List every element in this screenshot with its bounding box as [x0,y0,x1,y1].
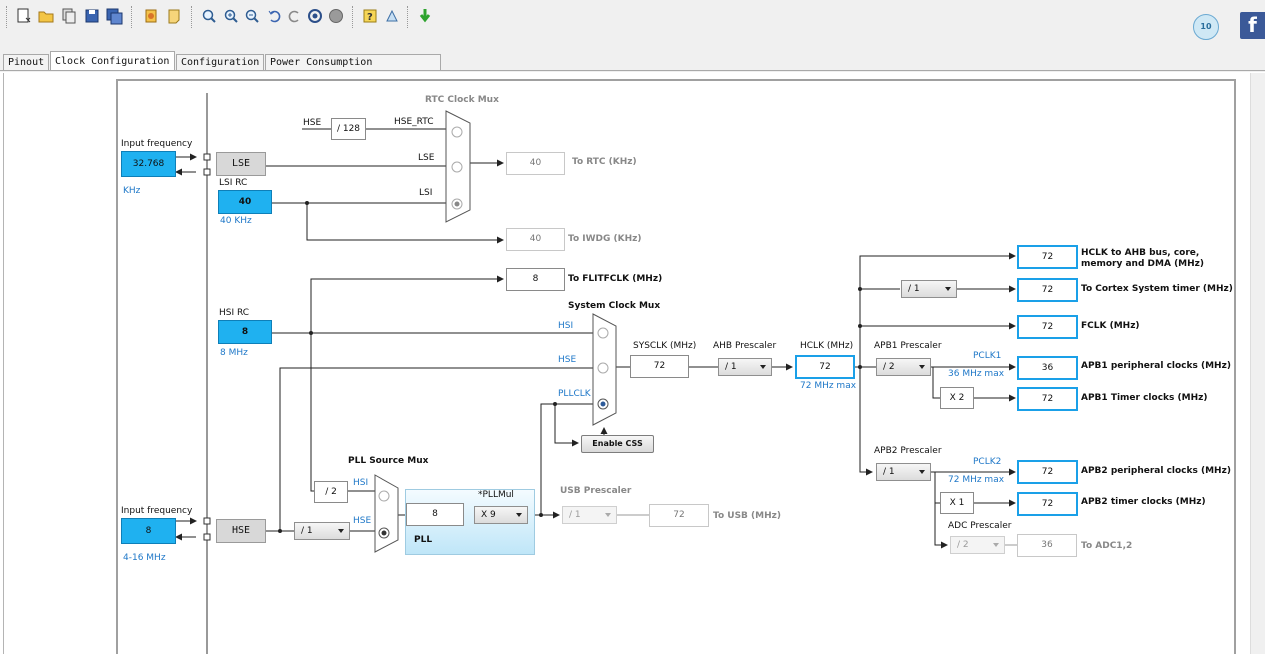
chevron-down-icon [338,529,344,533]
chevron-down-icon [919,470,925,474]
cortex-timer-prescaler-value: / 1 [908,284,920,294]
flitfclk-output-label: To FLITFCLK (MHz) [568,274,663,284]
usb-prescaler-value: / 1 [569,510,581,520]
ahb-prescaler-select[interactable]: / 1 [718,358,772,376]
apb1-prescaler-select[interactable]: / 2 [876,358,931,376]
adc-prescaler-label: ADC Prescaler [948,521,1012,531]
usb-prescaler-label: USB Prescaler [560,486,632,496]
rtc-output-label: To RTC (KHz) [572,157,637,167]
chevron-down-icon [516,513,522,517]
iwdg-output-label: To IWDG (KHz) [568,234,642,244]
rtc-hse-label: HSE [303,118,322,128]
rtc-lse-label: LSE [418,153,435,163]
lsi-unit-label: 40 KHz [220,216,252,226]
iwdg-output-value: 40 [506,228,565,251]
usb-prescaler-select[interactable]: / 1 [562,506,617,524]
apb1-peripheral-output-value[interactable]: 36 [1017,356,1078,380]
adc-prescaler-select[interactable]: / 2 [950,536,1005,554]
sysclk-value[interactable]: 72 [630,355,689,378]
sysclk-label: SYSCLK (MHz) [633,341,697,351]
hsi-pll-divider: / 2 [314,481,348,503]
pll-mul-value: X 9 [481,510,496,520]
hse-oscillator-box: HSE [216,519,266,543]
lse-input-frequency-field[interactable]: 32.768 [121,151,176,177]
apb2-peripheral-output-value[interactable]: 72 [1017,460,1078,484]
hse-input-frequency-label: Input frequency [121,506,193,516]
adc-output-value: 36 [1017,534,1077,557]
apb2-prescaler-select[interactable]: / 1 [876,463,931,481]
pllsrc-hsi-label: HSI [353,478,369,488]
pclk1-max-label: 36 MHz max [948,369,1005,379]
apb2-timer-multiplier: X 1 [940,492,974,514]
hclk-label: HCLK (MHz) [800,341,854,351]
pclk2-label: PCLK2 [973,457,1002,467]
hclk-max-label: 72 MHz max [800,381,857,391]
apb1-prescaler-label: APB1 Prescaler [874,341,942,351]
apb2-peripheral-output-label: APB2 peripheral clocks (MHz) [1081,466,1231,476]
pll-input-value: 8 [406,503,464,526]
rtc-output-value: 40 [506,152,565,175]
chevron-down-icon [945,287,951,291]
apb1-timer-output-value[interactable]: 72 [1017,387,1078,411]
ahb-prescaler-label: AHB Prescaler [713,341,777,351]
rtc-lsi-label: LSI [419,188,433,198]
cortex-timer-output-value[interactable]: 72 [1017,278,1078,302]
enable-css-button[interactable]: Enable CSS [581,435,654,453]
chevron-down-icon [760,365,766,369]
rtc-hse-rtc-label: HSE_RTC [394,117,434,127]
sysmux-hsi-label: HSI [558,321,574,331]
fclk-output-value[interactable]: 72 [1017,315,1078,339]
apb2-prescaler-value: / 1 [883,467,895,477]
rtc-clock-mux-title: RTC Clock Mux [425,95,499,105]
hsi-rc-value: 8 [218,320,272,344]
sysmux-pllclk-label: PLLCLK [558,389,591,399]
hse-prediv-value: / 1 [301,526,313,536]
hsi-unit-label: 8 MHz [220,348,248,358]
lsi-rc-label: LSI RC [219,178,248,188]
ahb-prescaler-value: / 1 [725,362,737,372]
apb1-timer-multiplier: X 2 [940,387,974,409]
usb-output-value: 72 [649,504,709,527]
hclk-ahb-output-label: HCLK to AHB bus, core, [1081,248,1200,258]
hclk-ahb-output-label-line2: memory and DMA (MHz) [1081,259,1205,269]
sysmux-hse-label: HSE [558,355,577,365]
pclk2-max-label: 72 MHz max [948,475,1005,485]
usb-output-label: To USB (MHz) [713,511,781,521]
apb1-prescaler-value: / 2 [883,362,895,372]
hclk-value[interactable]: 72 [795,355,855,379]
hsi-rc-label: HSI RC [219,308,250,318]
adc-prescaler-value: / 2 [957,540,969,550]
hse-input-frequency-field[interactable]: 8 [121,518,176,544]
lse-oscillator-box: LSE [216,152,266,176]
pll-source-mux-title: PLL Source Mux [348,456,429,466]
pll-mul-label: *PLLMul [478,490,514,500]
fclk-output-label: FCLK (MHz) [1081,321,1140,331]
flitfclk-output-value: 8 [506,268,565,291]
apb2-timer-output-value[interactable]: 72 [1017,492,1078,516]
apb2-prescaler-label: APB2 Prescaler [874,446,942,456]
hse-unit-label: 4-16 MHz [123,553,166,563]
hclk-ahb-output-value[interactable]: 72 [1017,245,1078,269]
chevron-down-icon [919,365,925,369]
pllsrc-hse-label: HSE [353,516,372,526]
lse-unit-label: KHz [123,186,141,196]
apb1-peripheral-output-label: APB1 peripheral clocks (MHz) [1081,361,1231,371]
pll-mul-select[interactable]: X 9 [474,506,528,524]
chevron-down-icon [993,543,999,547]
apb2-timer-output-label: APB2 timer clocks (MHz) [1081,497,1206,507]
cortex-timer-output-label: To Cortex System timer (MHz) [1081,284,1233,294]
hse-prediv-select[interactable]: / 1 [294,522,350,540]
chevron-down-icon [605,513,611,517]
lse-input-frequency-label: Input frequency [121,139,193,149]
pclk1-label: PCLK1 [973,351,1002,361]
adc-output-label: To ADC1,2 [1081,541,1133,551]
rtc-hse-divider: / 128 [331,118,366,140]
apb1-timer-output-label: APB1 Timer clocks (MHz) [1081,393,1208,403]
system-clock-mux-title: System Clock Mux [568,301,661,311]
lsi-rc-value: 40 [218,190,272,214]
cortex-timer-prescaler-select[interactable]: / 1 [901,280,957,298]
pll-label: PLL [414,535,433,545]
